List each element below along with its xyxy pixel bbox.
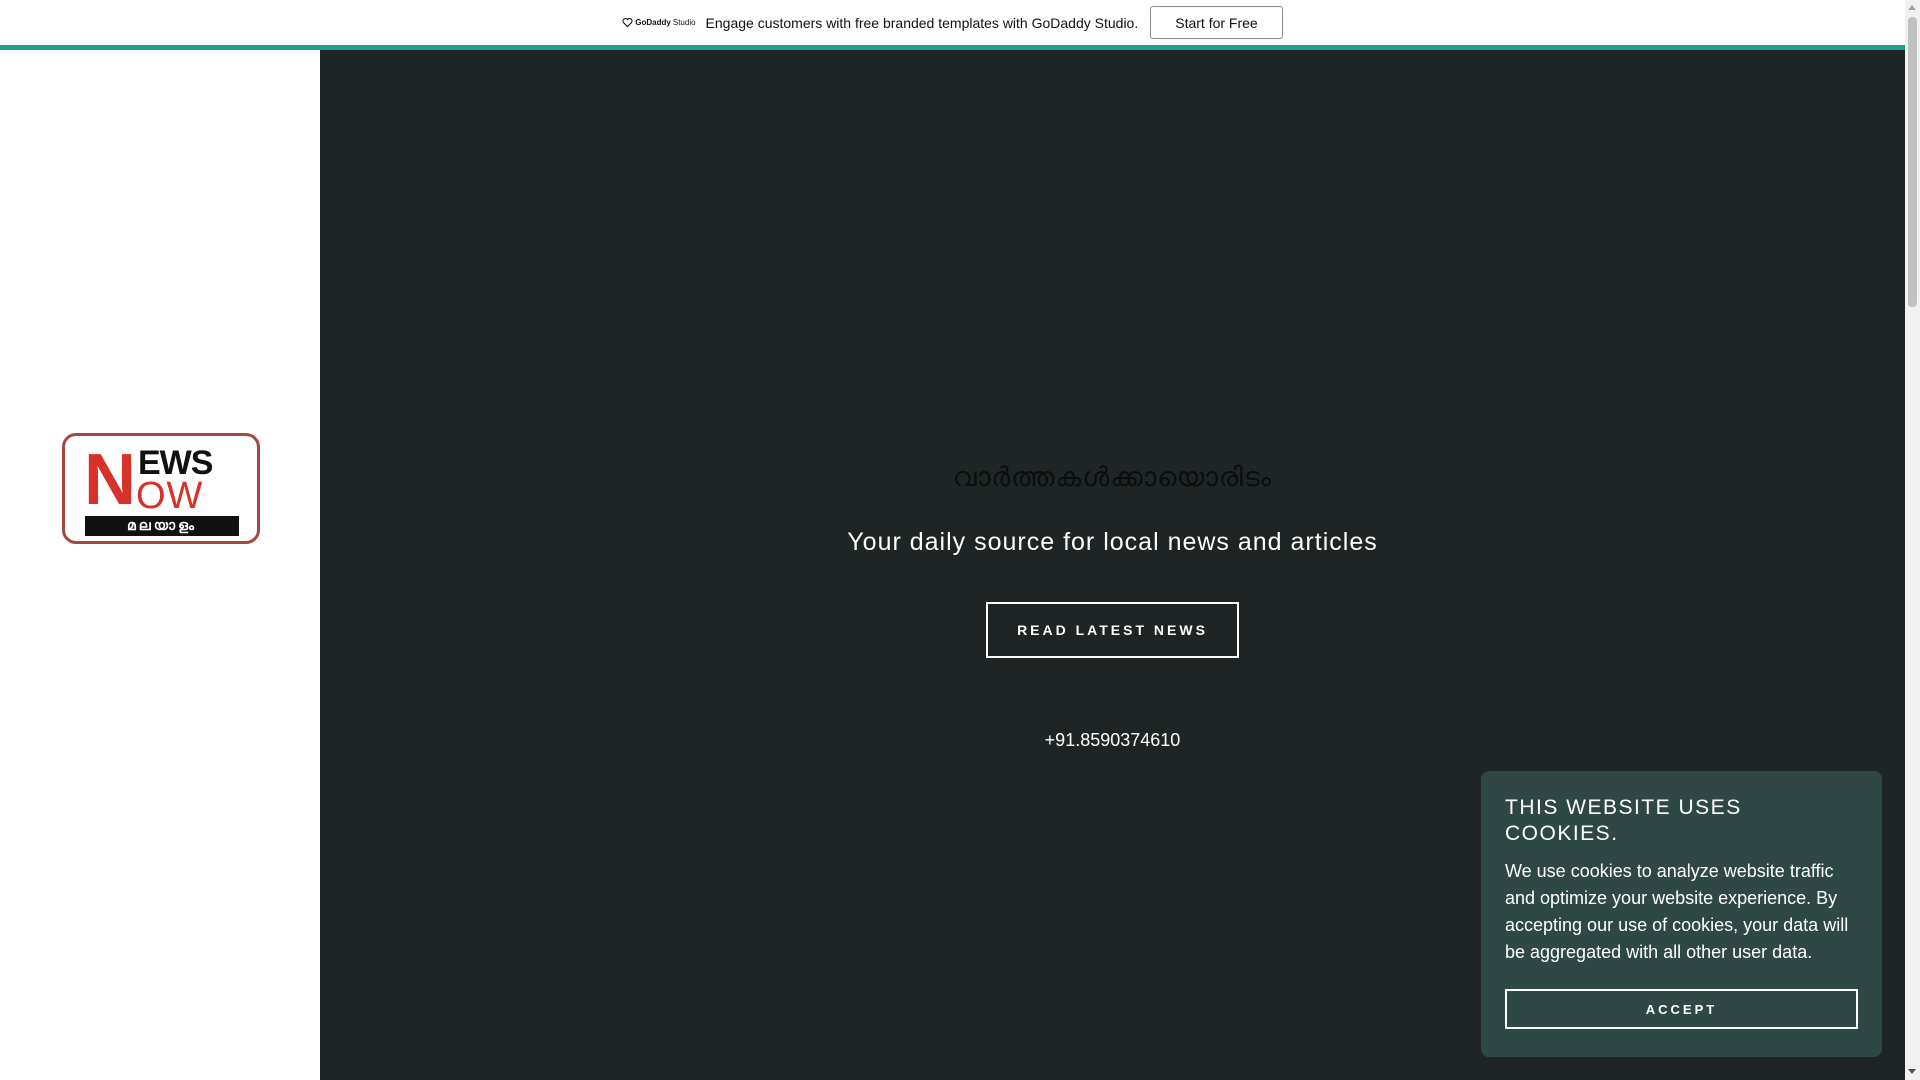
logo-malayalam-strip: മലയാളം bbox=[85, 516, 239, 536]
scroll-down-arrow-icon[interactable] bbox=[1908, 1069, 1916, 1074]
scroll-up-arrow-icon[interactable] bbox=[1908, 5, 1916, 10]
cookie-body: We use cookies to analyze website traffi… bbox=[1505, 861, 1849, 962]
logo-column: N EWS OW മലയാളം bbox=[0, 50, 320, 1080]
promo-message: Engage customers with free branded templ… bbox=[705, 14, 1139, 31]
logo-letters-ews: EWS bbox=[138, 444, 213, 482]
phone-number[interactable]: +91.8590374610 bbox=[320, 730, 1905, 751]
start-for-free-button[interactable]: Start for Free bbox=[1150, 6, 1283, 39]
hero-title: വാർത്തകൾക്കായൊരിടം bbox=[952, 462, 1273, 493]
logo-letters-ow: OW bbox=[136, 475, 204, 517]
cookie-title: THIS WEBSITE USES COOKIES. bbox=[1505, 796, 1742, 845]
logo-letter-n: N bbox=[84, 440, 136, 520]
scroll-thumb[interactable] bbox=[1908, 17, 1917, 307]
accept-cookies-button[interactable]: ACCEPT bbox=[1505, 989, 1858, 1029]
vertical-scrollbar[interactable] bbox=[1905, 0, 1920, 1080]
godaddy-studio-logo: GoDaddy Studio bbox=[622, 17, 696, 28]
heart-icon bbox=[622, 18, 633, 28]
brand-suffix: Studio bbox=[672, 18, 696, 27]
cookie-consent-card: THIS WEBSITE USES COOKIES. We use cookie… bbox=[1481, 771, 1882, 1057]
brand-name: GoDaddy bbox=[635, 18, 671, 27]
promo-banner: GoDaddy Studio Engage customers with fre… bbox=[0, 0, 1905, 50]
news-now-logo[interactable]: N EWS OW മലയാളം bbox=[62, 433, 260, 544]
read-latest-news-button[interactable]: READ LATEST NEWS bbox=[986, 602, 1239, 658]
hero-tagline: Your daily source for local news and art… bbox=[847, 528, 1378, 556]
